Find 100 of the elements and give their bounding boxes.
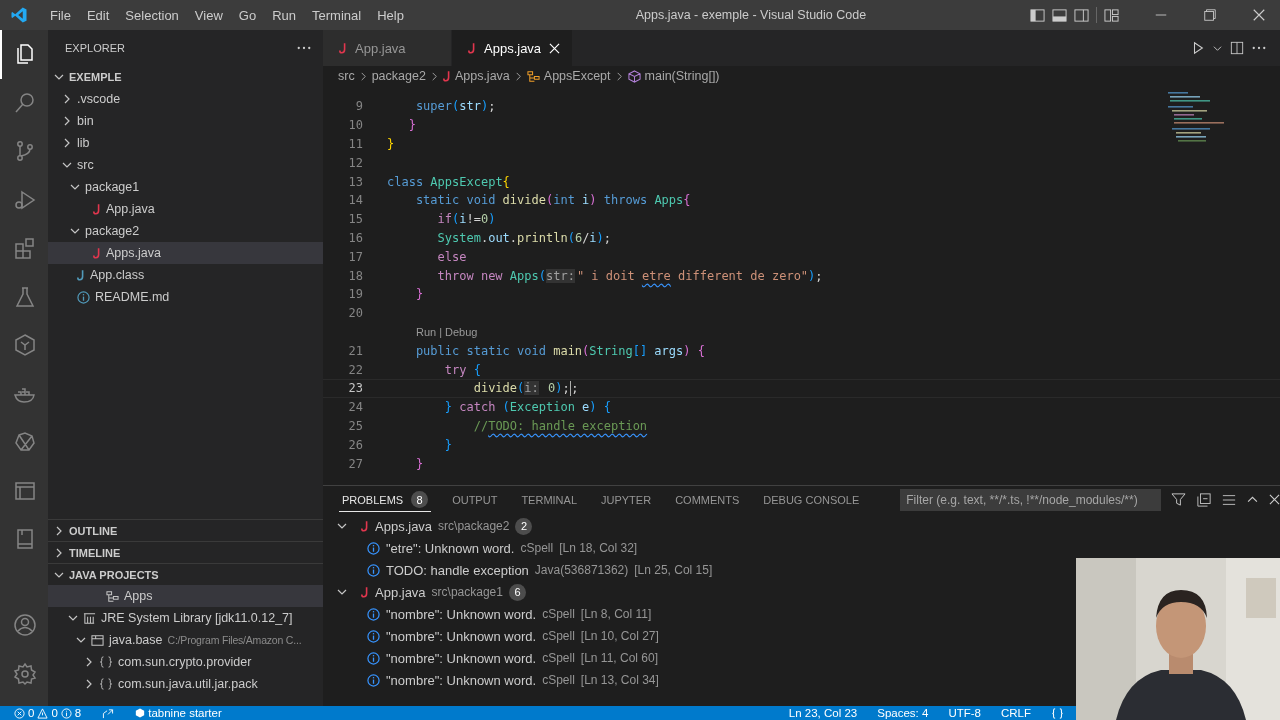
- menu-item[interactable]: Selection: [117, 7, 187, 23]
- chevron-down-icon[interactable]: [76, 635, 86, 645]
- layout-icon[interactable]: [1104, 7, 1119, 23]
- chevron-down-icon[interactable]: [337, 587, 347, 597]
- problem-file-row[interactable]: App.java src\package1 6: [323, 581, 526, 603]
- chevron-right-icon[interactable]: [84, 679, 94, 689]
- breadcrumb[interactable]: src: [338, 69, 355, 83]
- run-icon[interactable]: [1191, 41, 1205, 55]
- chevron-up-icon[interactable]: [1247, 494, 1258, 505]
- tree-item[interactable]: package1: [48, 176, 323, 198]
- tree-item-label: bin: [77, 114, 94, 128]
- more-actions-icon[interactable]: [297, 46, 311, 50]
- line-number: 25: [347, 418, 363, 433]
- tabnine-status[interactable]: tabnine starter: [135, 706, 222, 720]
- breadcrumb[interactable]: AppsExcept: [526, 69, 611, 83]
- status-item[interactable]: Spaces: 4: [877, 706, 929, 720]
- tree-item[interactable]: JRE System Library [jdk11.0.12_7]: [48, 607, 323, 629]
- menu-item[interactable]: Terminal: [304, 7, 370, 23]
- tree-item[interactable]: com.sun.crypto.provider: [48, 651, 323, 673]
- toggle-sidebar-icon[interactable]: [1030, 7, 1045, 23]
- extensions-icon[interactable]: [13, 236, 37, 261]
- tree-item[interactable]: package2: [48, 220, 323, 242]
- problem-message: TODO: handle exception: [386, 562, 529, 578]
- problem-file-row[interactable]: Apps.java src\package2 2: [323, 515, 533, 537]
- problem-row[interactable]: TODO: handle exception Java(536871362) [Ln 25, Col 15]: [323, 559, 713, 581]
- section-header[interactable]: EXEMPLE: [48, 66, 323, 88]
- panel-tab[interactable]: JUPYTER: [598, 489, 655, 510]
- chevron-down-icon[interactable]: [54, 72, 64, 82]
- problem-row[interactable]: "nombre": Unknown word. cSpell [Ln 8, Col 11]: [323, 603, 652, 625]
- breadcrumb[interactable]: main(String[]): [627, 69, 720, 83]
- tree-item-label: Apps.java: [106, 246, 161, 260]
- hexagon-icon[interactable]: [13, 333, 37, 358]
- status-item[interactable]: UTF-8: [948, 706, 981, 720]
- section-header[interactable]: OUTLINE: [48, 519, 323, 541]
- collapse-all-icon[interactable]: [1197, 492, 1211, 507]
- editor-tab[interactable]: Apps.java: [452, 30, 574, 66]
- settings-icon[interactable]: [13, 661, 37, 686]
- panel-tab[interactable]: TERMINAL: [518, 489, 580, 510]
- menu-item[interactable]: Help: [369, 7, 412, 23]
- editor-tab[interactable]: App.java: [323, 30, 452, 66]
- account-icon[interactable]: [13, 613, 37, 638]
- tree-item[interactable]: App.java: [48, 198, 323, 220]
- list-icon[interactable]: [1222, 492, 1236, 507]
- section-header[interactable]: TIMELINE: [48, 541, 323, 563]
- chevron-down-icon[interactable]: [68, 613, 78, 623]
- chevron-right-icon[interactable]: [54, 547, 64, 558]
- tree-item[interactable]: java.base C:/Program Files/Amazon C...: [48, 629, 323, 651]
- live-share-icon[interactable]: [101, 707, 116, 719]
- close-icon[interactable]: [1269, 494, 1280, 505]
- menu-item[interactable]: View: [186, 7, 231, 23]
- restore-icon[interactable]: [1203, 8, 1217, 22]
- tree-item[interactable]: README.md: [48, 286, 323, 308]
- chevron-down-icon[interactable]: [1213, 43, 1222, 53]
- panel-tab[interactable]: COMMENTS: [672, 489, 743, 510]
- split-editor-icon[interactable]: [1230, 41, 1244, 55]
- chevron-right-icon[interactable]: [54, 525, 64, 536]
- chevron-down-icon[interactable]: [337, 521, 347, 531]
- tree-item[interactable]: .vscode: [48, 88, 323, 110]
- menu-item[interactable]: Run: [264, 7, 304, 23]
- panel-tab[interactable]: DEBUG CONSOLE: [760, 489, 863, 510]
- tree-item[interactable]: Apps.java: [48, 242, 323, 264]
- problem-row[interactable]: "nombre": Unknown word. cSpell [Ln 13, Col 34]: [323, 669, 659, 691]
- tree-item[interactable]: src: [48, 154, 323, 176]
- menu-item[interactable]: File: [42, 7, 79, 23]
- chevron-down-icon[interactable]: [70, 182, 80, 192]
- chevron-right-icon[interactable]: [62, 116, 72, 126]
- tree-item[interactable]: lib: [48, 132, 323, 154]
- chevron-right-icon[interactable]: [62, 94, 72, 104]
- problem-row[interactable]: "nombre": Unknown word. cSpell [Ln 10, Col 27]: [323, 625, 659, 647]
- chevron-down-icon[interactable]: [70, 226, 80, 236]
- filter-field[interactable]: Filter (e.g. text, **/*.ts, !**/node_modules/**): [900, 488, 1161, 511]
- panel-tab[interactable]: OUTPUT: [449, 489, 501, 510]
- codelens-link[interactable]: Debug: [445, 325, 478, 338]
- more-actions-icon[interactable]: [1252, 46, 1266, 50]
- java-file-icon: [77, 269, 85, 281]
- status-item[interactable]: Ln 23, Col 23: [788, 706, 858, 720]
- toggle-secondary-sidebar-icon[interactable]: [1074, 7, 1089, 23]
- menu-item[interactable]: Edit: [78, 7, 118, 23]
- tree-item[interactable]: com.sun.java.util.jar.pack: [48, 673, 323, 695]
- toggle-panel-icon[interactable]: [1052, 7, 1067, 23]
- tree-item[interactable]: bin: [48, 110, 323, 132]
- breadcrumb[interactable]: package2: [371, 69, 426, 83]
- filter-icon[interactable]: [1171, 492, 1186, 507]
- braces-icon[interactable]: [1051, 707, 1064, 719]
- chevron-right-icon[interactable]: [84, 657, 94, 667]
- menu-item[interactable]: Go: [230, 7, 265, 23]
- chevron-down-icon[interactable]: [62, 160, 72, 170]
- chevron-right-icon[interactable]: [62, 138, 72, 148]
- problem-row[interactable]: "nombre": Unknown word. cSpell [Ln 11, Col 60]: [323, 647, 658, 669]
- problem-row[interactable]: "etre": Unknown word. cSpell [Ln 18, Col 32]: [323, 537, 638, 559]
- flask-icon[interactable]: [13, 284, 37, 309]
- search-icon[interactable]: [13, 90, 37, 115]
- breadcrumb[interactable]: Apps.java: [442, 69, 510, 83]
- codelens-link[interactable]: Run: [416, 325, 437, 338]
- close-icon[interactable]: [1252, 8, 1266, 22]
- tree-item[interactable]: Apps: [48, 585, 323, 607]
- status-item[interactable]: CRLF: [1000, 706, 1031, 720]
- tree-item[interactable]: App.class: [48, 264, 323, 286]
- problems-status[interactable]: 0 0 8: [14, 706, 82, 720]
- panel-tab[interactable]: PROBLEMS 8: [339, 487, 432, 512]
